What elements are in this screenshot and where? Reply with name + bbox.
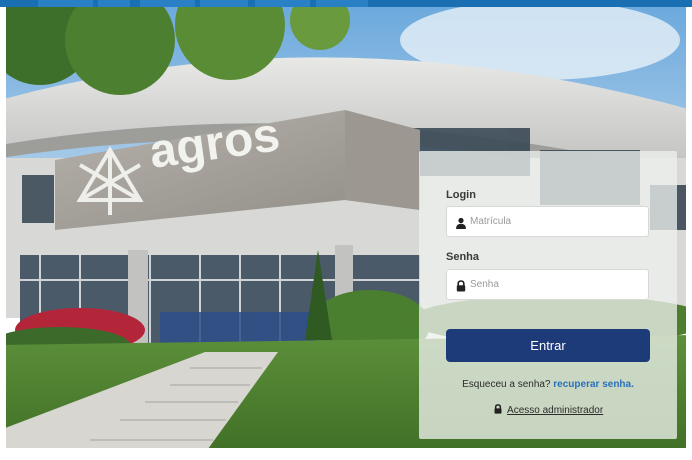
entrar-button[interactable]: Entrar [446,329,650,362]
senha-input[interactable] [470,270,646,299]
lock-icon [493,404,503,414]
lock-icon [455,279,467,292]
top-bar-segment [98,0,130,7]
recover-password-link[interactable]: recuperar senha. [553,379,634,390]
admin-access-label[interactable]: Acesso administrador [507,405,603,416]
top-bar-segment [255,0,310,7]
login-label: Login [446,189,476,201]
top-bar-segment [38,0,93,7]
matricula-field[interactable] [446,206,649,237]
top-bar-segment [140,0,195,7]
top-bar-segment [200,0,248,7]
forgot-password-text: Esqueceu a senha? [462,379,551,390]
admin-access-link[interactable]: Acesso administrador [419,404,677,416]
user-icon [455,216,467,229]
top-bar-segment [316,0,368,7]
forgot-password-row: Esqueceu a senha? recuperar senha. [419,379,677,390]
senha-field[interactable] [446,269,649,300]
login-panel: Login Senha Entrar Esqueceu a senha? rec… [419,151,677,439]
matricula-input[interactable] [470,207,646,236]
senha-label: Senha [446,251,480,263]
top-bar [0,0,692,7]
